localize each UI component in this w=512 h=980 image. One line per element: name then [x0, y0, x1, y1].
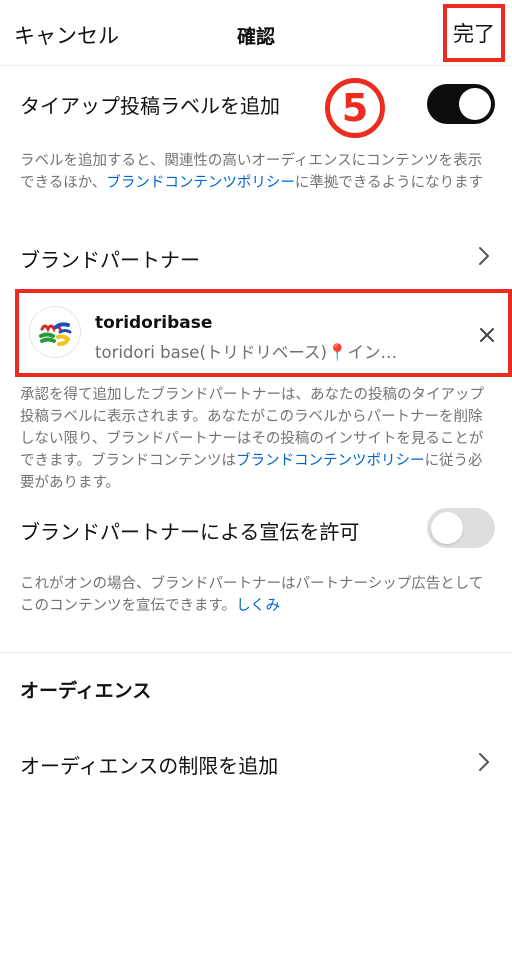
how-it-works-link[interactable]: しくみ	[236, 598, 280, 614]
toggle-knob	[459, 88, 491, 120]
step-marker-number: 5	[341, 86, 369, 130]
audience-section-title: オーディエンス	[20, 680, 152, 702]
brand-partner-card[interactable]: toridoribase toridori base(トリドリベース)📍イン…	[15, 289, 512, 377]
partner-username: toridoribase	[95, 313, 213, 333]
promotion-description: これがオンの場合、ブランドパートナーはパートナーシップ広告としてこのコンテンツを…	[20, 573, 494, 617]
remove-partner-close-icon[interactable]	[479, 327, 495, 343]
allow-promotion-setting: ブランドパートナーによる宣伝を許可	[20, 520, 360, 544]
tie-up-label-setting: タイアップ投稿ラベルを追加	[20, 94, 280, 118]
toggle-knob	[431, 512, 463, 544]
done-button[interactable]: 完了	[443, 4, 505, 62]
chevron-right-icon[interactable]	[476, 244, 492, 268]
partner-fullname: toridori base(トリドリベース)📍イン…	[95, 343, 398, 362]
tie-up-description: ラベルを追加すると、関連性の高いオーディエンスにコンテンツを表示できるほか、ブラ…	[20, 150, 494, 194]
audience-restriction-row[interactable]: オーディエンスの制限を追加	[20, 750, 278, 779]
brand-content-policy-link-2[interactable]: ブランドコンテンツポリシー	[236, 453, 425, 469]
done-button-label: 完了	[453, 22, 495, 46]
page-title: 確認	[236, 26, 275, 48]
tie-up-desc-text-end: に準拠できるようになります	[294, 175, 484, 191]
brand-partner-description: 承認を得て追加したブランドパートナーは、あなたの投稿のタイアップ投稿ラベルに表示…	[20, 384, 494, 494]
tie-up-label-toggle[interactable]	[427, 84, 495, 124]
toridori-logo-icon	[39, 322, 72, 346]
partner-avatar	[29, 306, 81, 358]
step-marker-5: 5	[325, 78, 385, 138]
brand-partner-row[interactable]: ブランドパートナー	[20, 244, 200, 273]
allow-promotion-toggle[interactable]	[427, 508, 495, 548]
brand-content-policy-link[interactable]: ブランドコンテンツポリシー	[106, 175, 295, 191]
chevron-right-icon[interactable]	[476, 750, 492, 774]
section-divider	[0, 652, 512, 653]
